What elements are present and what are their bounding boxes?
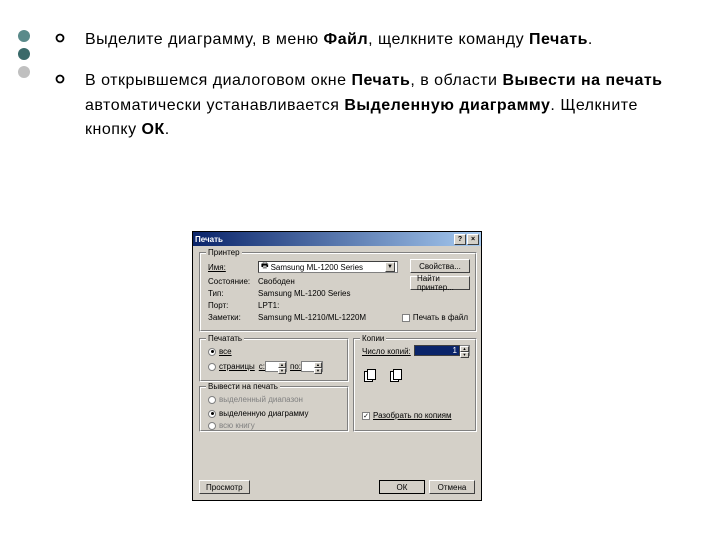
range-to-input[interactable]: ▲▼ xyxy=(301,361,323,372)
range-from-input[interactable]: ▲▼ xyxy=(265,361,287,372)
printer-group-label: Принтер xyxy=(206,248,242,257)
bullet-marker xyxy=(55,69,85,143)
printer-select[interactable]: 🖶 Samsung ML-1200 Series ▼ xyxy=(258,261,398,273)
status-value: Свободен xyxy=(258,277,295,286)
range-all-radio[interactable] xyxy=(208,348,216,356)
range-all-label: все xyxy=(219,347,232,356)
output-book-label: всю книгу xyxy=(219,421,255,430)
collate-checkbox[interactable]: ✓ xyxy=(362,412,370,420)
copies-group: Копии Число копий: 1 ▲▼ ✓ Разобрать по к… xyxy=(353,338,477,432)
output-range-radio xyxy=(208,396,216,404)
copies-group-label: Копии xyxy=(360,334,386,343)
bullet-text-2: В открывшемся диалоговом окне Печать, в … xyxy=(85,69,675,143)
output-chart-label: выделенную диаграмму xyxy=(219,409,309,418)
bullet-2: В открывшемся диалоговом окне Печать, в … xyxy=(55,69,675,143)
type-label: Тип: xyxy=(208,289,258,298)
print-to-file-label: Печать в файл xyxy=(413,313,468,322)
output-group: Вывести на печать выделенный диапазон вы… xyxy=(199,386,349,432)
port-value: LPT1: xyxy=(258,301,279,310)
print-dialog: Печать ? × Принтер Имя: 🖶 Samsung ML-120… xyxy=(192,231,482,501)
print-to-file-checkbox[interactable] xyxy=(402,314,410,322)
collate-icon xyxy=(390,369,408,383)
preview-button[interactable]: Просмотр xyxy=(199,480,250,494)
notes-label: Заметки: xyxy=(208,313,258,322)
slide-decor xyxy=(18,30,30,84)
copies-count-label: Число копий: xyxy=(362,347,411,356)
ok-button[interactable]: ОК xyxy=(379,480,425,494)
cancel-button[interactable]: Отмена xyxy=(429,480,475,494)
status-label: Состояние: xyxy=(208,277,258,286)
properties-button[interactable]: Свойства... xyxy=(410,259,470,273)
output-book-radio xyxy=(208,422,216,430)
help-button[interactable]: ? xyxy=(454,234,466,245)
range-pages-radio[interactable] xyxy=(208,363,216,371)
bullet-text-1: Выделите диаграмму, в меню Файл, щелкнит… xyxy=(85,28,675,53)
bullet-marker xyxy=(55,28,85,53)
printer-name-label: Имя: xyxy=(208,263,258,272)
printer-group: Принтер Имя: 🖶 Samsung ML-1200 Series ▼ … xyxy=(199,252,477,332)
print-range-group: Печатать все страницы с: ▲▼ по: ▲▼ xyxy=(199,338,349,382)
type-value: Samsung ML-1200 Series xyxy=(258,289,351,298)
find-printer-button[interactable]: Найти принтер... xyxy=(410,276,470,290)
range-to-label: по: xyxy=(290,362,301,371)
printer-icon: 🖶 xyxy=(261,260,269,274)
close-button[interactable]: × xyxy=(467,234,479,245)
slide-content: Выделите диаграмму, в меню Файл, щелкнит… xyxy=(55,0,675,143)
output-range-label: выделенный диапазон xyxy=(219,395,303,404)
printer-name-value: Samsung ML-1200 Series xyxy=(271,263,364,272)
collate-label: Разобрать по копиям xyxy=(373,411,452,420)
port-label: Порт: xyxy=(208,301,258,310)
copies-spinner[interactable]: ▲▼ xyxy=(460,345,470,356)
dialog-title: Печать xyxy=(195,235,453,244)
bullet-1: Выделите диаграмму, в меню Файл, щелкнит… xyxy=(55,28,675,53)
range-group-label: Печатать xyxy=(206,334,244,343)
copies-count-input[interactable]: 1 xyxy=(414,345,460,356)
chevron-down-icon: ▼ xyxy=(385,262,395,272)
collate-icon xyxy=(364,369,382,383)
titlebar[interactable]: Печать ? × xyxy=(193,232,481,246)
output-group-label: Вывести на печать xyxy=(206,382,280,391)
range-pages-label: страницы xyxy=(219,362,255,371)
output-chart-radio[interactable] xyxy=(208,410,216,418)
notes-value: Samsung ML-1210/ML-1220M xyxy=(258,313,366,322)
